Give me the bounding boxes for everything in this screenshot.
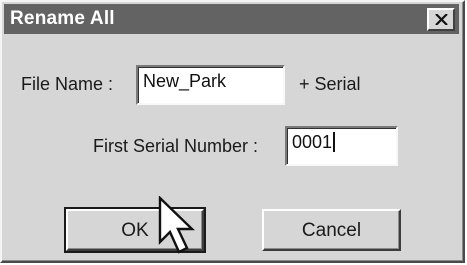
close-icon: [435, 14, 448, 25]
dialog-title: Rename All: [10, 8, 115, 29]
title-bar[interactable]: Rename All: [4, 4, 459, 34]
first-serial-number-input[interactable]: 0001: [285, 126, 398, 166]
file-name-input[interactable]: New_Park: [136, 65, 285, 105]
file-name-label: File Name :: [21, 74, 114, 94]
mouse-pointer-icon: [158, 196, 195, 254]
cancel-button-label: Cancel: [301, 220, 362, 241]
close-button[interactable]: [427, 8, 455, 31]
cancel-button[interactable]: Cancel: [262, 209, 401, 251]
serial-suffix-label: + Serial: [299, 74, 361, 94]
text-caret: [333, 132, 336, 152]
first-serial-number-label: First Serial Number :: [93, 136, 259, 156]
first-serial-number-value: 0001: [292, 132, 333, 152]
rename-all-dialog: Rename All File Name : New_Park + Serial…: [0, 0, 465, 263]
